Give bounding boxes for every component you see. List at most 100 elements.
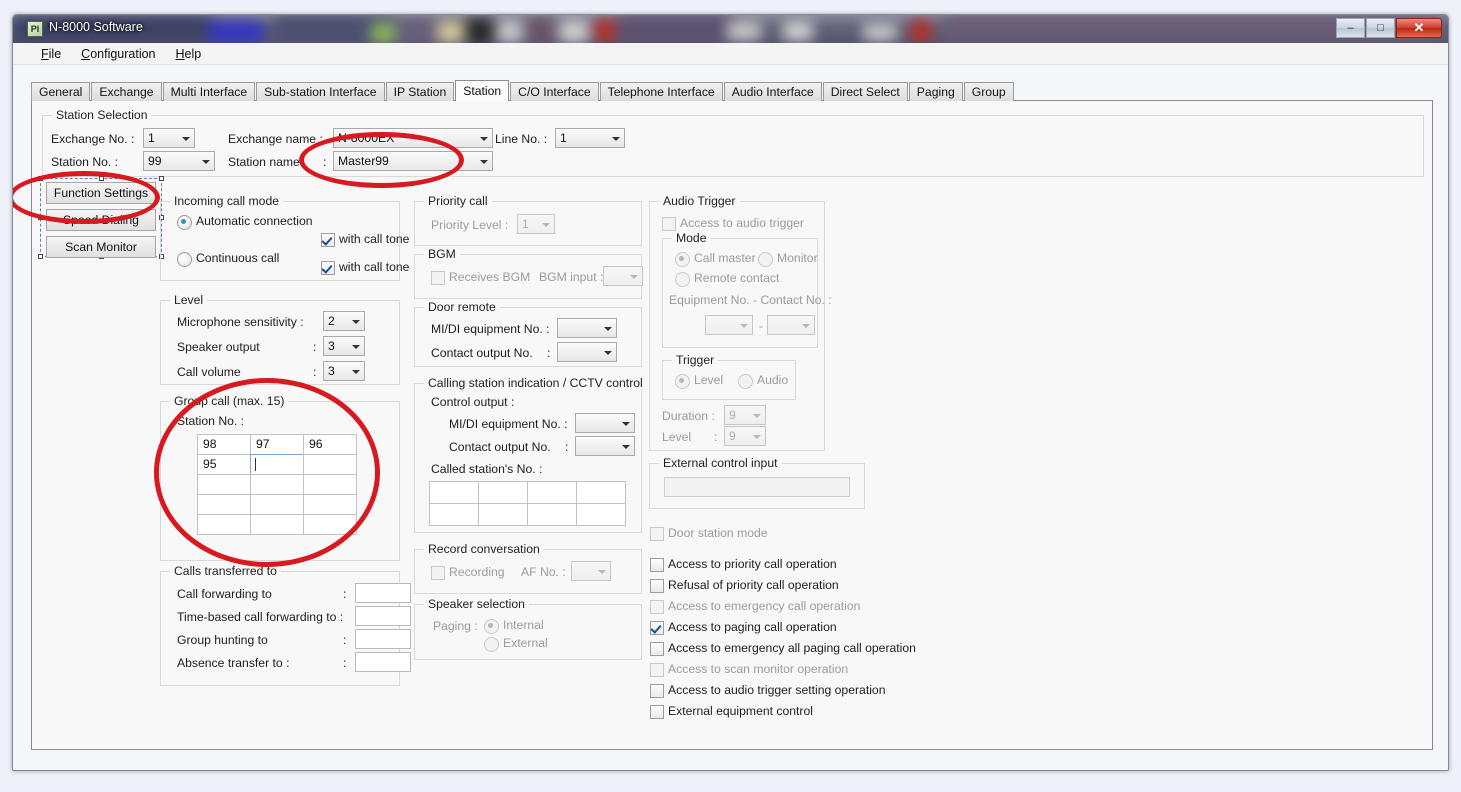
menu-item-help[interactable]: Help <box>166 45 212 63</box>
exchange-no-combo[interactable]: 1 <box>143 128 195 148</box>
tab-ip-station[interactable]: IP Station <box>385 82 455 101</box>
tab-paging[interactable]: Paging <box>908 82 963 101</box>
station-no-combo[interactable]: 99 <box>143 151 215 171</box>
external-control-input-field[interactable] <box>664 477 850 497</box>
scan-monitor-button[interactable]: Scan Monitor <box>46 236 156 258</box>
cctv-called-station-cell[interactable] <box>478 503 528 526</box>
call-forwarding-input[interactable] <box>355 583 411 603</box>
tab-sub-station-interface[interactable]: Sub-station Interface <box>256 82 385 101</box>
menu-item-file[interactable]: File <box>31 45 71 63</box>
tab-exchange[interactable]: Exchange <box>91 82 162 101</box>
group-call-cell[interactable]: 95 <box>197 454 251 475</box>
menu-item-configuration[interactable]: Configuration <box>71 45 165 63</box>
minimize-button[interactable]: – <box>1336 18 1365 38</box>
checkbox-access-to-paging-call-operation[interactable]: Access to paging call operation <box>650 620 837 635</box>
cctv-called-station-cell[interactable] <box>527 481 577 504</box>
checkbox-refusal-of-priority-call-operation[interactable]: Refusal of priority call operation <box>650 578 839 593</box>
absence-transfer-input[interactable] <box>355 652 411 672</box>
door-remote-contact-combo[interactable] <box>557 342 617 362</box>
resize-handle[interactable] <box>38 176 43 181</box>
group-call-cell[interactable] <box>250 454 304 475</box>
checkbox-access-to-audio-trigger-setting-operation[interactable]: Access to audio trigger setting operatio… <box>650 683 885 698</box>
radio-monitor[interactable]: Monitor <box>758 251 818 267</box>
group-call-cell[interactable] <box>303 474 357 495</box>
radio-remote-contact[interactable]: Remote contact <box>675 271 779 287</box>
blur-blob <box>911 20 931 42</box>
checkbox-continuous-with-call-tone[interactable]: with call tone <box>321 260 409 275</box>
tab-telephone-interface[interactable]: Telephone Interface <box>599 82 723 101</box>
radio-trigger-level[interactable]: Level <box>675 373 723 389</box>
group-call-cell[interactable] <box>197 514 251 535</box>
audio-trigger-trigger-group: Trigger Level Audio <box>662 353 796 400</box>
station-name-combo[interactable]: Master99 <box>333 151 493 171</box>
function-settings-button[interactable]: Function Settings <box>46 182 156 204</box>
group-call-cell[interactable]: 97 <box>250 434 304 455</box>
group-call-cell[interactable] <box>197 474 251 495</box>
group-call-cell[interactable]: 96 <box>303 434 357 455</box>
group-call-cell[interactable] <box>250 494 304 515</box>
microphone-sensitivity-combo[interactable]: 2 <box>323 311 365 331</box>
contact-no-combo[interactable] <box>767 315 815 335</box>
audio-level-combo[interactable]: 9 <box>724 426 766 446</box>
door-remote-equipment-combo[interactable] <box>557 318 617 338</box>
resize-handle[interactable] <box>99 176 104 181</box>
checkbox-access-to-emergency-call-operation[interactable]: Access to emergency call operation <box>650 599 860 614</box>
radio-continuous-call[interactable]: Continuous call <box>177 251 279 267</box>
equipment-no-combo[interactable] <box>705 315 753 335</box>
checkbox-door-station-mode[interactable]: Door station mode <box>650 526 768 541</box>
speed-dialing-button[interactable]: Speed Dialing <box>46 209 156 231</box>
radio-paging-internal[interactable]: Internal <box>484 618 544 634</box>
tab-general[interactable]: General <box>31 82 91 101</box>
checkbox-automatic-with-call-tone[interactable]: with call tone <box>321 232 409 247</box>
group-call-cell[interactable] <box>250 474 304 495</box>
tab-audio-interface[interactable]: Audio Interface <box>723 82 822 101</box>
maximize-button[interactable]: □ <box>1366 18 1395 38</box>
tab-station[interactable]: Station <box>455 80 510 101</box>
time-based-forwarding-input[interactable] <box>355 606 411 626</box>
radio-automatic-connection[interactable]: Automatic connection <box>177 214 313 230</box>
cctv-equipment-combo[interactable] <box>575 413 635 433</box>
call-volume-combo[interactable]: 3 <box>323 361 365 381</box>
radio-call-master[interactable]: Call master <box>675 251 756 267</box>
cctv-contact-combo[interactable] <box>575 436 635 456</box>
bgm-input-combo[interactable] <box>603 266 643 286</box>
audio-level-label: Level <box>662 430 692 444</box>
tab-direct-select[interactable]: Direct Select <box>822 82 908 101</box>
radio-trigger-audio[interactable]: Audio <box>738 373 788 389</box>
line-no-combo[interactable]: 1 <box>555 128 625 148</box>
tab-c-o-interface[interactable]: C/O Interface <box>510 82 599 101</box>
group-call-cell[interactable] <box>250 514 304 535</box>
resize-handle[interactable] <box>38 254 43 259</box>
resize-handle[interactable] <box>159 176 164 181</box>
checkbox-access-audio-trigger[interactable]: Access to audio trigger <box>662 216 804 231</box>
cctv-called-station-cell[interactable] <box>429 481 479 504</box>
group-call-cell[interactable]: 98 <box>197 434 251 455</box>
checkbox-access-to-priority-call-operation[interactable]: Access to priority call operation <box>650 557 837 572</box>
cctv-called-station-cell[interactable] <box>576 481 626 504</box>
cctv-called-station-cell[interactable] <box>576 503 626 526</box>
cctv-called-station-cell[interactable] <box>429 503 479 526</box>
checkbox-access-to-emergency-all-paging-call-operation[interactable]: Access to emergency all paging call oper… <box>650 641 916 656</box>
cctv-called-station-cell[interactable] <box>478 481 528 504</box>
checkbox-receives-bgm[interactable]: Receives BGM <box>431 270 530 285</box>
af-no-combo[interactable] <box>571 561 611 581</box>
checkbox-recording[interactable]: Recording <box>431 565 505 580</box>
tab-group[interactable]: Group <box>963 82 1014 101</box>
group-call-cell[interactable] <box>303 494 357 515</box>
radio-paging-external[interactable]: External <box>484 636 548 652</box>
group-hunting-input[interactable] <box>355 629 411 649</box>
close-button[interactable]: ✕ <box>1396 18 1442 38</box>
exchange-name-combo[interactable]: N-8000EX <box>333 128 493 148</box>
chevron-down-icon <box>622 445 630 449</box>
group-call-cell[interactable] <box>303 514 357 535</box>
priority-level-combo[interactable]: 1 <box>517 214 555 234</box>
checkbox-access-to-scan-monitor-operation[interactable]: Access to scan monitor operation <box>650 662 848 677</box>
checkbox-external-equipment-control[interactable]: External equipment control <box>650 704 813 719</box>
tab-multi-interface[interactable]: Multi Interface <box>162 82 256 101</box>
duration-combo[interactable]: 9 <box>724 405 766 425</box>
group-call-cell[interactable] <box>303 454 357 475</box>
group-call-cell[interactable] <box>197 494 251 515</box>
cctv-called-station-cell[interactable] <box>527 503 577 526</box>
speaker-output-combo[interactable]: 3 <box>323 336 365 356</box>
resize-handle[interactable] <box>38 215 43 220</box>
